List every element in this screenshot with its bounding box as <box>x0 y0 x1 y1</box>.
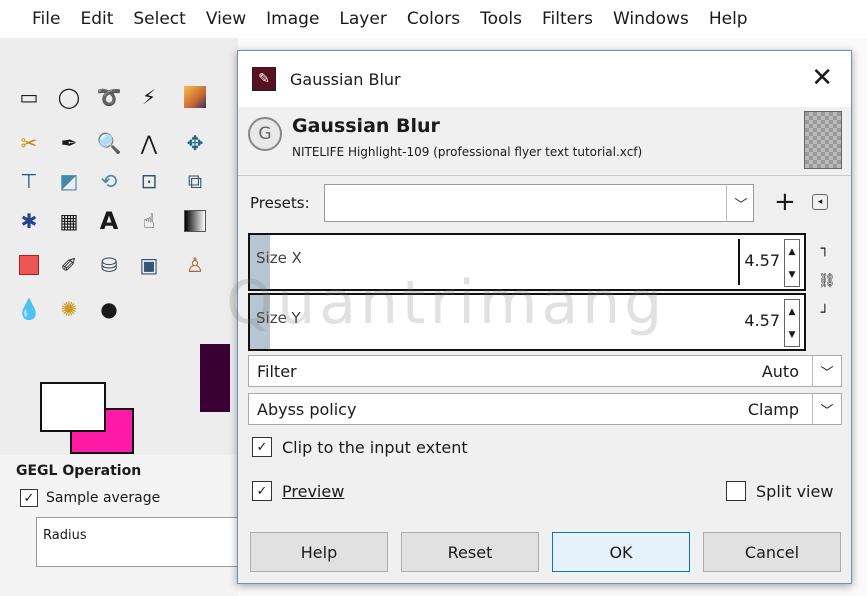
menu-help[interactable]: Help <box>709 9 748 29</box>
header-divider <box>238 175 851 176</box>
menu-bar: File Edit Select View Image Layer Colors… <box>0 0 867 38</box>
menu-windows[interactable]: Windows <box>613 9 689 29</box>
gegl-icon: G <box>248 117 282 151</box>
fuzzy-select-icon[interactable]: ⚡ <box>134 82 164 112</box>
text-cursor <box>738 239 740 285</box>
checkbox-check-icon: ✓ <box>252 481 272 501</box>
foreground-color-swatch[interactable] <box>40 382 106 432</box>
preview-label: Preview <box>282 481 345 501</box>
scissors-icon[interactable]: ✂ <box>14 128 44 158</box>
align-icon[interactable]: ⊤ <box>14 166 44 196</box>
menu-view[interactable]: View <box>206 9 246 29</box>
split-view-checkbox[interactable]: Split view <box>726 481 833 501</box>
shear-icon[interactable]: ⧉ <box>180 166 210 196</box>
size-x-value[interactable]: 4.57 <box>744 251 780 270</box>
sample-average-label: Sample average <box>46 490 161 506</box>
split-view-label: Split view <box>756 481 834 501</box>
paintbrush-icon[interactable]: ✐ <box>54 250 84 280</box>
rotate-icon[interactable]: ⟲ <box>94 166 124 196</box>
filter-label: Filter <box>257 362 297 381</box>
dialog-header: G Gaussian Blur NITELIFE Highlight-109 (… <box>238 107 851 175</box>
close-icon[interactable]: ✕ <box>811 63 833 93</box>
size-x-stepper[interactable]: ▲ ▼ <box>784 239 800 287</box>
reset-button[interactable]: Reset <box>401 532 539 572</box>
help-button[interactable]: Help <box>250 532 388 572</box>
color-picker-icon[interactable]: ✒ <box>54 128 84 158</box>
measure-icon[interactable]: ⋀ <box>134 128 164 158</box>
gimp-app-icon: ✎ <box>252 67 276 91</box>
chevron-down-icon[interactable]: ﹀ <box>812 356 841 386</box>
zoom-icon[interactable]: 🔍 <box>94 128 124 158</box>
move-icon[interactable]: ✥ <box>180 128 210 158</box>
size-y-stepper[interactable]: ▲ ▼ <box>784 299 800 347</box>
gegl-title: GEGL Operation <box>16 463 142 479</box>
size-x-label: Size X <box>256 249 302 267</box>
checkbox-check-icon: ✓ <box>20 489 38 507</box>
abyss-policy-value: Clamp <box>747 400 799 419</box>
dodge-burn-icon[interactable]: ● <box>94 294 124 324</box>
cage-transform-icon[interactable]: ✱ <box>14 206 44 236</box>
filter-value: Auto <box>761 362 799 381</box>
menu-select[interactable]: Select <box>133 9 185 29</box>
abyss-policy-label: Abyss policy <box>257 400 357 419</box>
pencil-icon[interactable] <box>14 250 44 280</box>
fg-bg-colors[interactable] <box>40 382 135 454</box>
gradient-icon[interactable] <box>180 206 210 236</box>
presets-menu-icon[interactable]: ◂ <box>812 194 828 210</box>
menu-colors[interactable]: Colors <box>407 9 460 29</box>
chevron-down-icon[interactable]: ﹀ <box>812 394 841 424</box>
layer-preview-thumbnail <box>804 111 842 169</box>
size-x-spinscale[interactable]: Size X 4.57 ▲ ▼ <box>248 233 806 291</box>
scale-icon[interactable]: ⊡ <box>134 166 164 196</box>
checkbox-check-icon: ✓ <box>252 437 272 457</box>
cancel-button[interactable]: Cancel <box>703 532 841 572</box>
size-y-label: Size Y <box>256 309 301 327</box>
color-select-icon[interactable] <box>180 82 210 112</box>
filter-combo[interactable]: Filter Auto ﹀ <box>248 355 842 387</box>
menu-layer[interactable]: Layer <box>339 9 386 29</box>
gaussian-blur-dialog: ✎ Gaussian Blur ✕ G Gaussian Blur NITELI… <box>237 50 852 584</box>
ink-icon[interactable]: ▣ <box>134 250 164 280</box>
blur-icon[interactable]: 💧 <box>14 294 44 324</box>
image-thumbnail <box>200 344 230 412</box>
abyss-policy-combo[interactable]: Abyss policy Clamp ﹀ <box>248 393 842 425</box>
gegl-operation-panel: GEGL Operation ✓ Sample average Radius <box>0 455 246 596</box>
dialog-titlebar[interactable]: ✎ Gaussian Blur ✕ <box>238 51 851 107</box>
header-subtitle: NITELIFE Highlight-109 (professional fly… <box>292 145 643 159</box>
size-y-spinscale[interactable]: Size Y 4.57 ▲ ▼ <box>248 293 806 351</box>
perspective-icon[interactable]: ▦ <box>54 206 84 236</box>
presets-label: Presets: <box>250 194 310 212</box>
chain-link-icon[interactable]: ┐ ⛓ ┘ <box>818 241 836 331</box>
size-y-value[interactable]: 4.57 <box>744 311 780 330</box>
bucket-fill-icon[interactable]: ☝ <box>134 206 164 236</box>
menu-edit[interactable]: Edit <box>80 9 113 29</box>
menu-image[interactable]: Image <box>266 9 319 29</box>
clone-icon[interactable]: ♙ <box>180 250 210 280</box>
clip-extent-checkbox[interactable]: ✓ Clip to the input extent <box>252 437 468 457</box>
checkbox-empty <box>726 481 746 501</box>
chevron-down-icon[interactable]: ﹀ <box>726 184 755 222</box>
ok-button[interactable]: OK <box>552 532 690 572</box>
crop-icon[interactable]: ◩ <box>54 166 84 196</box>
text-tool-icon[interactable]: A <box>94 206 124 236</box>
radius-field[interactable]: Radius <box>36 517 246 567</box>
add-preset-icon[interactable]: + <box>774 187 796 217</box>
menu-tools[interactable]: Tools <box>480 9 522 29</box>
preview-checkbox[interactable]: ✓ Preview <box>252 481 344 501</box>
presets-combo[interactable] <box>324 184 754 222</box>
ellipse-select-icon[interactable]: ◯ <box>54 82 84 112</box>
header-title: Gaussian Blur <box>292 115 440 137</box>
menu-filters[interactable]: Filters <box>542 9 593 29</box>
sample-average-checkbox[interactable]: ✓ Sample average <box>20 489 160 507</box>
airbrush-icon[interactable]: ⛁ <box>94 250 124 280</box>
rect-select-icon[interactable]: ▭ <box>14 82 44 112</box>
clip-extent-label: Clip to the input extent <box>282 437 468 457</box>
menu-file[interactable]: File <box>32 9 60 29</box>
dialog-window-title: Gaussian Blur <box>290 69 401 89</box>
lasso-icon[interactable]: ➰ <box>94 82 124 112</box>
smudge-icon[interactable]: ✺ <box>54 294 84 324</box>
